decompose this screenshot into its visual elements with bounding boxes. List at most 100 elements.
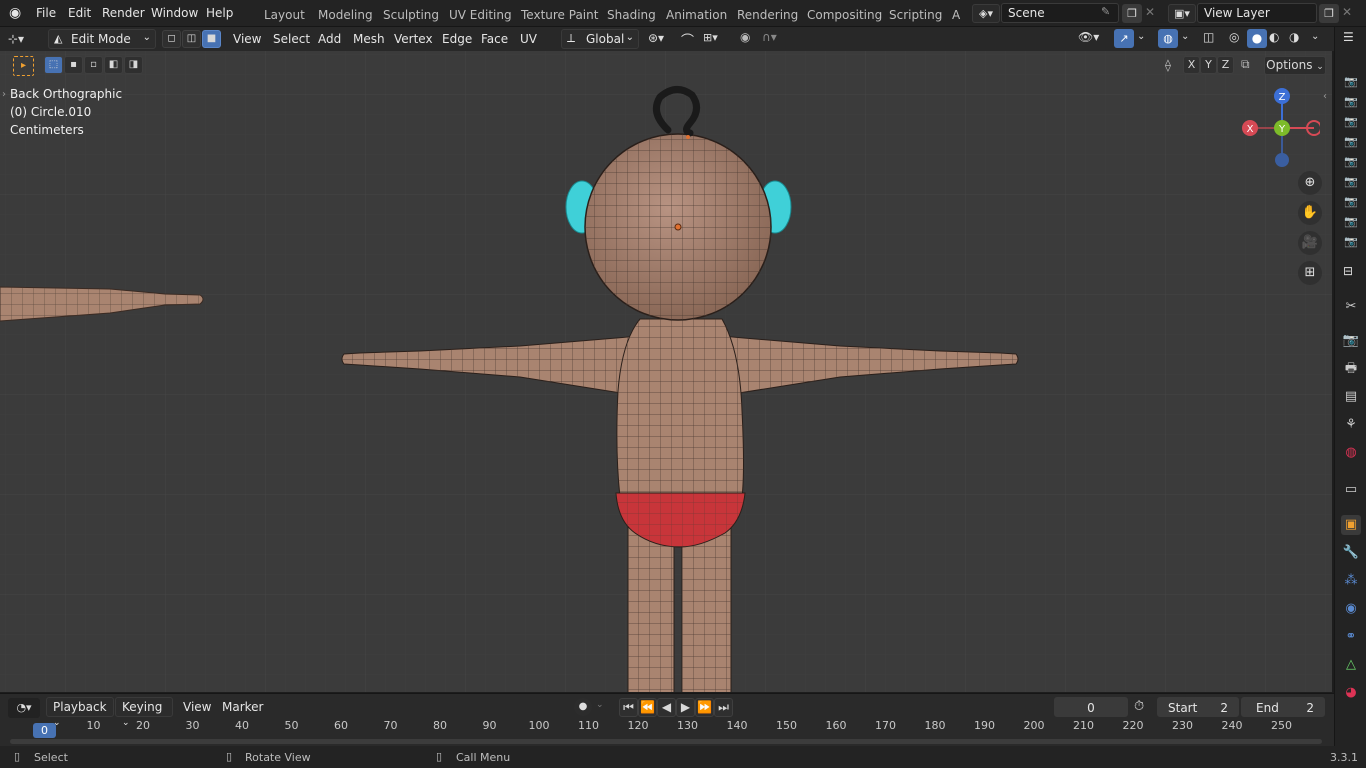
- new-view-layer-icon[interactable]: ❐: [1319, 4, 1339, 23]
- select-mode-extend-button[interactable]: ▪: [64, 56, 83, 74]
- constraints-properties-icon[interactable]: ⚭: [1341, 627, 1361, 647]
- options-dropdown[interactable]: Options ⌄: [1264, 56, 1326, 75]
- ortho-toggle-icon[interactable]: ⊞: [1298, 261, 1322, 285]
- gizmo-toggle-icon[interactable]: ↗: [1114, 29, 1134, 48]
- vertex-select-button[interactable]: ◻: [162, 30, 181, 48]
- object-properties-icon[interactable]: ▣: [1341, 515, 1361, 535]
- scene-properties-icon[interactable]: ⚘: [1341, 415, 1361, 435]
- tab-layout[interactable]: Layout: [264, 8, 305, 22]
- 3d-viewport[interactable]: Back Orthographic (0) Circle.010 Centime…: [0, 51, 1332, 692]
- falloff-icon[interactable]: ∩▾: [762, 30, 777, 44]
- mirror-icon[interactable]: ⟠: [1165, 58, 1171, 72]
- transform-orientation-selector[interactable]: ⟂ Global ⌄: [561, 29, 639, 49]
- render-properties-icon[interactable]: 📷: [1341, 331, 1361, 351]
- camera-visibility-icon[interactable]: 📷: [1341, 95, 1361, 109]
- menu-add[interactable]: Add: [318, 32, 341, 46]
- camera-visibility-icon[interactable]: 📷: [1341, 75, 1361, 89]
- properties-editor-icon[interactable]: ⊟: [1343, 264, 1353, 278]
- select-mode-new-button[interactable]: ⬚: [44, 56, 63, 74]
- menu-uv[interactable]: UV: [520, 32, 537, 46]
- editor-type-icon[interactable]: ⊹▾: [8, 30, 42, 49]
- menu-render[interactable]: Render: [102, 6, 145, 20]
- tool-properties-icon[interactable]: ✂: [1341, 297, 1361, 317]
- tab-sculpting[interactable]: Sculpting: [383, 8, 439, 22]
- camera-visibility-icon[interactable]: 📷: [1341, 115, 1361, 129]
- navigation-gizmo[interactable]: Z Y X: [1236, 85, 1320, 169]
- camera-visibility-icon[interactable]: 📷: [1341, 135, 1361, 149]
- tab-more[interactable]: A: [952, 8, 960, 22]
- menu-view[interactable]: View: [233, 32, 261, 46]
- physics-properties-icon[interactable]: ◉: [1341, 599, 1361, 619]
- world-properties-icon[interactable]: ◍: [1341, 443, 1361, 463]
- mirror-y-button[interactable]: Y: [1200, 56, 1217, 74]
- tab-animation[interactable]: Animation: [666, 8, 727, 22]
- gizmo-neg-z-axis[interactable]: [1275, 153, 1289, 167]
- overlay-toggle-icon[interactable]: ◍: [1158, 29, 1178, 48]
- camera-visibility-icon[interactable]: 📷: [1341, 235, 1361, 249]
- proportional-edit-icon[interactable]: ◉: [740, 30, 750, 44]
- tab-rendering[interactable]: Rendering: [737, 8, 798, 22]
- view-layer-field[interactable]: View Layer: [1197, 3, 1317, 23]
- select-mode-intersect-button[interactable]: ◨: [124, 56, 143, 74]
- snap-target-icon[interactable]: ⊞▾: [703, 31, 718, 44]
- visibility-icon[interactable]: 👁▾: [1078, 30, 1099, 44]
- wireframe-shading-icon[interactable]: ◎: [1229, 30, 1239, 44]
- outliner-editor-icon[interactable]: ☰: [1343, 30, 1354, 44]
- expand-toolbar-icon[interactable]: ›: [2, 89, 6, 100]
- mirror-z-button[interactable]: Z: [1217, 56, 1234, 74]
- camera-visibility-icon[interactable]: 📷: [1341, 175, 1361, 189]
- camera-visibility-icon[interactable]: 📷: [1341, 215, 1361, 229]
- view-layer-selector-icon[interactable]: ▣▾: [1168, 4, 1196, 23]
- select-mode-subtract-button[interactable]: ▫: [84, 56, 103, 74]
- overlay-dropdown-icon[interactable]: ⌄: [1181, 31, 1189, 42]
- menu-select[interactable]: Select: [273, 32, 310, 46]
- snap-toggle-icon[interactable]: ⌒: [681, 30, 701, 49]
- face-select-button[interactable]: ■: [202, 30, 221, 48]
- material-properties-icon[interactable]: ◕: [1341, 683, 1361, 703]
- mode-selector[interactable]: ◭ Edit Mode ⌄: [48, 29, 156, 49]
- particles-properties-icon[interactable]: ⁂: [1341, 571, 1361, 591]
- new-scene-icon[interactable]: ❐: [1122, 4, 1142, 23]
- tab-shading[interactable]: Shading: [607, 8, 656, 22]
- solid-shading-icon[interactable]: ●: [1247, 29, 1267, 48]
- menu-file[interactable]: File: [36, 6, 56, 20]
- menu-window[interactable]: Window: [151, 6, 198, 20]
- tab-modeling[interactable]: Modeling: [318, 8, 373, 22]
- tab-scripting[interactable]: Scripting: [889, 8, 942, 22]
- close-view-layer-icon[interactable]: ✕: [1342, 5, 1352, 19]
- zoom-icon[interactable]: ⊕: [1298, 171, 1322, 195]
- menu-help[interactable]: Help: [206, 6, 233, 20]
- camera-view-icon[interactable]: 🎥: [1298, 231, 1322, 255]
- blender-logo-icon[interactable]: ◉: [9, 5, 27, 23]
- menu-vertex[interactable]: Vertex: [394, 32, 433, 46]
- rendered-shading-icon[interactable]: ◑: [1289, 30, 1299, 44]
- view-layer-properties-icon[interactable]: ▤: [1341, 387, 1361, 407]
- menu-face[interactable]: Face: [481, 32, 508, 46]
- tab-uv-editing[interactable]: UV Editing: [449, 8, 512, 22]
- modifier-properties-icon[interactable]: 🔧: [1341, 543, 1361, 563]
- expand-sidebar-icon[interactable]: ‹: [1323, 91, 1327, 102]
- shading-dropdown-icon[interactable]: ⌄: [1311, 31, 1319, 42]
- select-box-tool-icon[interactable]: ▸: [13, 56, 34, 76]
- camera-visibility-icon[interactable]: 📷: [1341, 195, 1361, 209]
- menu-mesh[interactable]: Mesh: [353, 32, 385, 46]
- pin-icon[interactable]: ✎: [1101, 5, 1110, 18]
- close-scene-icon[interactable]: ✕: [1145, 5, 1155, 19]
- pivot-point-icon[interactable]: ⊛▾: [648, 31, 664, 45]
- scene-selector-icon[interactable]: ◈▾: [972, 4, 1000, 23]
- output-properties-icon[interactable]: 🖶: [1341, 359, 1361, 379]
- select-mode-difference-button[interactable]: ◧: [104, 56, 123, 74]
- collection-properties-icon[interactable]: ▭: [1341, 480, 1361, 500]
- auto-merge-icon[interactable]: ⧉: [1241, 57, 1250, 72]
- mirror-x-button[interactable]: X: [1183, 56, 1200, 74]
- tab-texture-paint[interactable]: Texture Paint: [521, 8, 598, 22]
- data-properties-icon[interactable]: △: [1341, 655, 1361, 675]
- tab-compositing[interactable]: Compositing: [807, 8, 882, 22]
- current-frame-indicator[interactable]: 0: [33, 723, 56, 738]
- menu-edge[interactable]: Edge: [442, 32, 472, 46]
- menu-edit[interactable]: Edit: [68, 6, 91, 20]
- viewport-canvas[interactable]: [0, 51, 1332, 692]
- camera-visibility-icon[interactable]: 📷: [1341, 155, 1361, 169]
- material-shading-icon[interactable]: ◐: [1269, 30, 1279, 44]
- xray-toggle-icon[interactable]: ◫: [1203, 30, 1214, 44]
